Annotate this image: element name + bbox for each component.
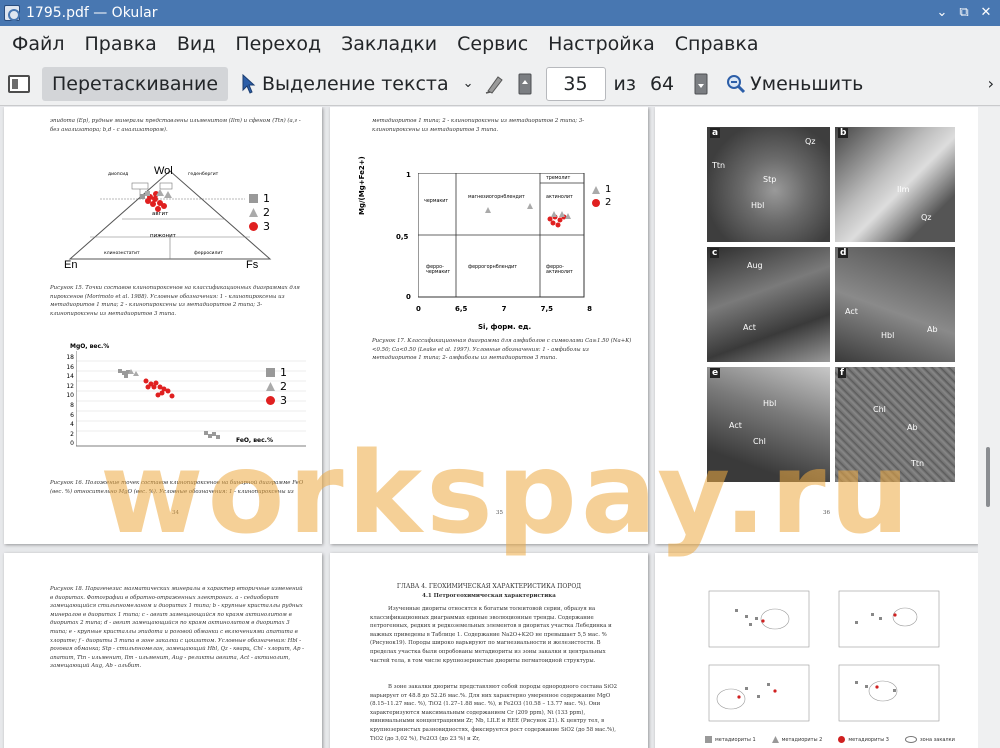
body-paragraph: В зоне закалки диориты представляют собо… <box>370 684 618 742</box>
micrograph-d: d Act Ab Hbl <box>835 247 955 362</box>
section-heading: 4.1 Петрогеохимическая характеристика <box>422 593 556 599</box>
ternary-apex-label: Wol <box>154 165 173 177</box>
menu-file[interactable]: Файл <box>2 33 75 55</box>
chevron-down-icon[interactable]: ⌄ <box>463 76 474 91</box>
browse-tool-button[interactable]: Перетаскивание <box>42 66 229 101</box>
menu-view[interactable]: Вид <box>167 33 226 55</box>
maximize-icon[interactable]: ⧉ <box>954 3 974 23</box>
diagram-cell-label: ферро-чермакит <box>426 265 451 275</box>
page-38: ГЛАВА 4. ГЕОХИМИЧЕСКАЯ ХАРАКТЕРИСТИКА ПО… <box>330 553 648 748</box>
diagram-cell-label: ферро-актинолит <box>546 265 573 275</box>
micrograph-b: b Ilm Qz <box>835 127 955 242</box>
cursor-arrow-icon <box>242 73 256 94</box>
text-select-tool-button[interactable]: Выделение текста <box>242 73 449 95</box>
diagram-points <box>485 203 571 228</box>
oxide-legend: метадиориты 1 метадиориты 2 метадиориты … <box>705 736 955 743</box>
text-select-label: Выделение текста <box>262 72 449 95</box>
scatter-yticks: 18 16 14 12 10 8 6 4 2 0 <box>66 354 74 448</box>
zoom-out-icon <box>727 74 746 93</box>
page-of-label: из <box>613 72 636 95</box>
ternary-region-label: пижонит <box>150 233 176 239</box>
vertical-scrollbar[interactable] <box>978 107 1000 748</box>
page-number: 34 <box>172 510 179 516</box>
window-title: 1795.pdf — Okular <box>26 5 158 21</box>
diagram-cell-label: магнезиогорнблендит <box>468 195 525 200</box>
next-page-icon[interactable] <box>692 72 710 96</box>
ternary-region-label: авгит <box>152 211 169 217</box>
ternary-right-label: Fs <box>246 259 259 271</box>
total-pages-label: 64 <box>649 72 675 95</box>
chapter-heading: ГЛАВА 4. ГЕОХИМИЧЕСКАЯ ХАРАКТЕРИСТИКА ПО… <box>396 583 582 590</box>
ternary-region-label: клиноэнстатит <box>104 251 140 256</box>
document-viewport[interactable]: эпидота (Ep), рудные минералы представле… <box>0 107 978 748</box>
menu-edit[interactable]: Правка <box>75 33 167 55</box>
zoom-out-label: Уменьшить <box>750 72 864 95</box>
annotate-pen-icon[interactable] <box>484 73 506 95</box>
diagram-cell-label: актинолит <box>546 195 573 200</box>
sidebar-toggle-icon[interactable] <box>8 74 30 93</box>
menu-tools[interactable]: Сервис <box>447 33 538 55</box>
ternary-legend: 1 2 3 <box>249 191 270 233</box>
diagram-ytick: 0 <box>406 293 411 301</box>
diagram-ytick: 1 <box>406 171 411 179</box>
close-icon[interactable]: ✕ <box>976 3 996 23</box>
page-text: метадиоритов 1 типа; 2 - клинопироксены … <box>372 118 585 133</box>
ternary-points <box>140 189 172 212</box>
diagram-xticks: 0 6,5 7 7,5 8 <box>416 305 592 313</box>
page-36: a Ttn Qz Stp Hbl b Ilm Qz c Aug Act d Ac… <box>655 107 978 544</box>
menu-bookmarks[interactable]: Закладки <box>331 33 447 55</box>
main-toolbar: Перетаскивание Выделение текста ⌄ из 64 … <box>0 62 1000 106</box>
minimize-icon[interactable]: ⌄ <box>932 3 952 23</box>
scatter-points <box>118 369 220 439</box>
body-paragraph: Изученные диориты относятся к богатым то… <box>370 606 612 664</box>
diagram-cell-label: феррогорнблендит <box>468 265 518 270</box>
page-number: 35 <box>496 510 503 516</box>
page-text: эпидота (Ep), рудные минералы представле… <box>50 118 301 133</box>
scrollbar-thumb[interactable] <box>986 447 990 507</box>
diagram-cell-label: чермакит <box>424 199 449 204</box>
menu-help[interactable]: Справка <box>665 33 769 55</box>
toolbar-overflow-icon[interactable]: › <box>988 74 994 93</box>
scatter-legend: 1 2 3 <box>266 365 287 407</box>
ternary-left-label: En <box>64 259 78 271</box>
diagram-legend: 1 2 <box>592 183 611 209</box>
figure-caption: Рисунок 16. Положение точек составов кли… <box>50 480 304 495</box>
micrograph-e: e Hbl Chl Act <box>707 367 830 482</box>
previous-page-icon[interactable] <box>516 72 534 96</box>
page-number: 36 <box>823 510 830 516</box>
menu-settings[interactable]: Настройка <box>538 33 665 55</box>
figure-caption: Рисунок 15. Точки составов клинопироксен… <box>50 285 300 317</box>
diagram-ylabel: Mg/(Mg+Fe2+) <box>358 156 366 215</box>
diagram-cell-label: тремолит <box>546 176 571 181</box>
figure-caption: Рисунок 17. Классификационная диаграмма … <box>372 338 632 362</box>
menu-go[interactable]: Переход <box>225 33 331 55</box>
okular-app-icon <box>4 5 20 21</box>
menu-bar: Файл Правка Вид Переход Закладки Сервис … <box>0 26 1000 62</box>
amphibole-classification-diagram <box>418 173 585 298</box>
page-37: Рисунок 18. Парагенезис магматических ми… <box>4 553 322 748</box>
scatter-xlabel: FeO, вес.% <box>236 437 273 444</box>
zoom-out-button[interactable]: Уменьшить <box>726 73 863 95</box>
scatter-ylabel: MgO, вес.% <box>70 343 110 350</box>
micrograph-f: f Chl Ab Ttn <box>835 367 955 482</box>
diagram-ytick: 0,5 <box>396 233 409 241</box>
figure-caption: Рисунок 18. Парагенезис магматических ми… <box>50 586 304 670</box>
title-bar: 1795.pdf — Okular ⌄ ⧉ ✕ <box>0 0 1000 26</box>
page-39: метадиориты 1 метадиориты 2 метадиориты … <box>655 553 978 748</box>
ternary-region-label: геденбергит <box>188 172 219 177</box>
page-35: метадиоритов 1 типа; 2 - клинопироксены … <box>330 107 648 544</box>
micrograph-a: a Ttn Qz Stp Hbl <box>707 127 830 242</box>
oxide-scatter-panels <box>708 590 940 722</box>
diagram-xlabel: Si, форм. ед. <box>478 323 532 331</box>
page-number-input[interactable] <box>545 66 606 101</box>
ternary-region-label: диопсид <box>108 172 129 177</box>
ternary-region-label: ферросилит <box>194 251 223 256</box>
page-34: эпидота (Ep), рудные минералы представле… <box>4 107 322 544</box>
micrograph-c: c Aug Act <box>707 247 830 362</box>
